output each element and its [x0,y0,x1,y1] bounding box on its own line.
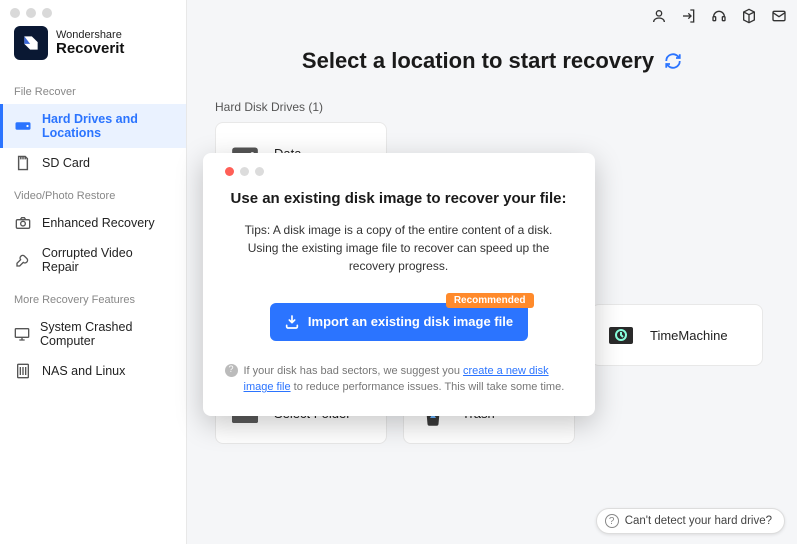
help-icon: ? [605,514,619,528]
sidebar-item-drives[interactable]: Hard Drives and Locations [0,104,186,148]
import-disk-image-button[interactable]: Import an existing disk image file [270,303,528,341]
sidebar-item-label: Corrupted Video Repair [42,246,172,274]
modal-title: Use an existing disk image to recover yo… [225,190,573,207]
disk-image-modal: Use an existing disk image to recover yo… [203,153,595,416]
drive-icon [14,119,32,133]
server-icon [14,364,32,378]
card-label: TimeMachine [650,328,728,343]
card-timemachine[interactable]: TimeMachine [591,304,763,366]
sidebar-item-label: SD Card [42,156,90,170]
logo-icon [14,26,48,60]
modal-tip: Tips: A disk image is a copy of the enti… [225,221,573,275]
sidebar-item-label: Hard Drives and Locations [42,112,172,140]
refresh-icon[interactable] [664,52,682,70]
timemachine-icon [604,321,638,349]
cube-icon[interactable] [741,8,757,24]
user-icon[interactable] [651,8,667,24]
sidebar-item-label: Enhanced Recovery [42,216,155,230]
help-bubble[interactable]: ? Can't detect your hard drive? [596,508,785,534]
sidebar-item-label: System Crashed Computer [40,320,172,348]
close-icon[interactable] [225,167,234,176]
section-label: More Recovery Features [0,282,186,312]
topbar [651,8,787,24]
sidebar-item-crashed[interactable]: System Crashed Computer [0,312,186,356]
sidebar-item-label: NAS and Linux [42,364,125,378]
headset-icon[interactable] [711,8,727,24]
recommended-badge: Recommended [446,293,534,308]
sidebar-item-sdcard[interactable]: SD Card [0,148,186,178]
hdd-section-label: Hard Disk Drives (1) [215,100,769,114]
camera-icon [14,216,32,230]
page-title: Select a location to start recovery [302,48,654,74]
brand-line2: Recoverit [56,41,124,58]
modal-traffic-lights [225,167,573,176]
brand-logo: Wondershare Recoverit [0,26,186,74]
sidebar-item-corrupted[interactable]: Corrupted Video Repair [0,238,186,282]
help-text: Can't detect your hard drive? [625,515,772,527]
sidebar-item-enhanced[interactable]: Enhanced Recovery [0,208,186,238]
wrench-icon [14,253,32,267]
sidebar-item-nas[interactable]: NAS and Linux [0,356,186,386]
page-title-row: Select a location to start recovery [215,48,769,74]
modal-note: ? If your disk has bad sectors, we sugge… [225,363,573,396]
section-label: Video/Photo Restore [0,178,186,208]
monitor-icon [14,327,30,341]
import-icon[interactable] [681,8,697,24]
download-icon [284,314,300,330]
section-label: File Recover [0,74,186,104]
info-icon: ? [225,364,238,377]
brand-line1: Wondershare [56,29,124,41]
mail-icon[interactable] [771,8,787,24]
window-traffic-lights [10,8,52,18]
sidebar: Wondershare Recoverit File Recover Hard … [0,0,187,544]
sdcard-icon [14,156,32,170]
button-label: Import an existing disk image file [308,314,513,329]
